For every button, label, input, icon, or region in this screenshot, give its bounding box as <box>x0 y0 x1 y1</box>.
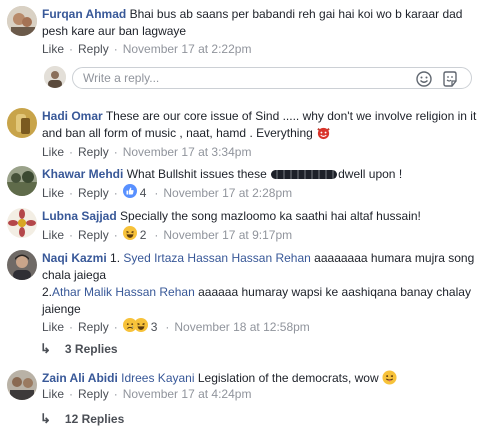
like-link[interactable]: Like <box>42 42 64 56</box>
view-replies-link[interactable]: ↳ 12 Replies <box>40 411 124 427</box>
separator: · <box>113 145 118 159</box>
list-prefix: 1. <box>110 251 121 265</box>
separator: · <box>154 227 159 242</box>
like-reaction-icon <box>122 184 137 201</box>
author-name[interactable]: Hadi Omar <box>42 109 103 123</box>
separator: · <box>113 42 118 56</box>
like-link[interactable]: Like <box>42 228 64 242</box>
replies-count[interactable]: 3 Replies <box>65 342 118 356</box>
reaction-count: 3 <box>150 319 158 334</box>
comment-actions: Like · Reply · 4 · November 17 at 2:28pm <box>42 184 292 201</box>
author-name[interactable]: Naqi Kazmi <box>42 251 107 265</box>
comment-text-end: dwell upon ! <box>338 167 403 181</box>
author-name[interactable]: Lubna Sajjad <box>42 209 117 223</box>
comment-actions: Like · Reply · 2 · November 17 at 9:17pm <box>42 226 292 243</box>
reaction-count: 4 <box>139 185 147 200</box>
reply-arrow-icon: ↳ <box>40 341 51 356</box>
reply-link[interactable]: Reply <box>78 145 109 159</box>
separator: · <box>113 319 118 334</box>
comment-body: Khawar Mehdi What Bullshit issues these … <box>42 166 484 183</box>
reply-link[interactable]: Reply <box>78 320 109 334</box>
separator: · <box>69 227 74 242</box>
like-link[interactable]: Like <box>42 320 64 334</box>
timestamp[interactable]: November 17 at 2:22pm <box>123 42 252 56</box>
author-name[interactable]: Zain Ali Abidi <box>42 371 118 385</box>
laugh-reaction-icon <box>133 318 148 335</box>
comment-text-start: What Bullshit issues these <box>126 167 267 181</box>
list-prefix: 2. <box>42 285 53 299</box>
separator: · <box>113 227 118 242</box>
avatar[interactable] <box>7 108 37 138</box>
reply-composer[interactable] <box>72 67 472 89</box>
reaction-summary[interactable]: 2 <box>122 226 147 243</box>
comment-body: Hadi Omar These are our core issue of Si… <box>42 108 484 145</box>
mention-link[interactable]: Idrees Kayani <box>121 371 194 385</box>
reaction-summary[interactable]: 3 <box>122 318 158 335</box>
separator: · <box>69 145 74 159</box>
laugh-reaction-icon <box>122 226 137 243</box>
author-name[interactable]: Furqan Ahmad <box>42 7 126 21</box>
reply-link[interactable]: Reply <box>78 42 109 56</box>
avatar[interactable] <box>7 6 37 36</box>
emoji-icon[interactable] <box>415 70 433 88</box>
redaction-scribble <box>271 170 338 180</box>
sticker-icon[interactable] <box>441 70 459 88</box>
devil-emoji-icon <box>316 125 331 145</box>
comment-khawar-mehdi: Khawar Mehdi What Bullshit issues these … <box>0 163 492 203</box>
comment-actions: Like · Reply · November 17 at 2:22pm <box>42 42 251 56</box>
like-link[interactable]: Like <box>42 145 64 159</box>
timestamp[interactable]: November 18 at 12:58pm <box>174 320 309 334</box>
separator: · <box>69 387 74 401</box>
reply-link[interactable]: Reply <box>78 228 109 242</box>
avatar[interactable] <box>7 166 37 196</box>
separator: · <box>69 185 74 200</box>
timestamp[interactable]: November 17 at 4:24pm <box>123 387 252 401</box>
reply-link[interactable]: Reply <box>78 186 109 200</box>
reply-link[interactable]: Reply <box>78 387 109 401</box>
replies-count[interactable]: 12 Replies <box>65 412 124 426</box>
comment-hadi-omar: Hadi Omar These are our core issue of Si… <box>0 104 492 160</box>
comment-body: Furqan Ahmad Bhai bus ab saans per baban… <box>42 6 484 40</box>
view-replies-link[interactable]: ↳ 3 Replies <box>40 341 118 357</box>
like-link[interactable]: Like <box>42 387 64 401</box>
mention-link[interactable]: Syed Irtaza Hassan Hassan Rehan <box>123 251 310 265</box>
reply-avatar <box>44 66 66 88</box>
separator: · <box>69 42 74 56</box>
comment-text: These are our core issue of Sind ..... w… <box>42 109 477 140</box>
avatar[interactable] <box>7 250 37 280</box>
timestamp[interactable]: November 17 at 3:34pm <box>123 145 252 159</box>
timestamp[interactable]: November 17 at 9:17pm <box>163 228 292 242</box>
separator: · <box>69 319 74 334</box>
comment-actions: Like · Reply · 3 · November 18 at 12:58p… <box>42 318 310 335</box>
separator: · <box>113 387 118 401</box>
comment-body: Naqi Kazmi 1. Syed Irtaza Hassan Hassan … <box>42 250 484 318</box>
comment-naqi-kazmi: Naqi Kazmi 1. Syed Irtaza Hassan Hassan … <box>0 247 492 357</box>
comment-actions: Like · Reply · November 17 at 3:34pm <box>42 145 251 159</box>
tongue-emoji-icon <box>382 370 397 390</box>
reply-arrow-icon: ↳ <box>40 411 51 426</box>
comment-body: Lubna Sajjad Specially the song mazloomo… <box>42 208 484 225</box>
comment-text: Legislation of the democrats, wow <box>197 371 379 385</box>
separator: · <box>165 319 170 334</box>
avatar[interactable] <box>7 208 37 238</box>
reply-input[interactable] <box>83 70 403 86</box>
comment-zain-ali-abidi: Zain Ali Abidi Idrees Kayani Legislation… <box>0 366 492 430</box>
separator: · <box>154 185 159 200</box>
separator: · <box>113 185 118 200</box>
avatar[interactable] <box>7 370 37 400</box>
timestamp[interactable]: November 17 at 2:28pm <box>163 186 292 200</box>
mention-link[interactable]: Athar Malik Hassan Rehan <box>52 285 195 299</box>
reaction-summary[interactable]: 4 <box>122 184 147 201</box>
author-name[interactable]: Khawar Mehdi <box>42 167 123 181</box>
comment-actions: Like · Reply · November 17 at 4:24pm <box>42 387 251 401</box>
comment-lubna-sajjad: Lubna Sajjad Specially the song mazloomo… <box>0 205 492 245</box>
reaction-count: 2 <box>139 227 147 242</box>
comment-text: Specially the song mazloomo ka saathi ha… <box>120 209 421 223</box>
like-link[interactable]: Like <box>42 186 64 200</box>
comment-furqan-ahmad: Furqan Ahmad Bhai bus ab saans per baban… <box>0 0 492 62</box>
